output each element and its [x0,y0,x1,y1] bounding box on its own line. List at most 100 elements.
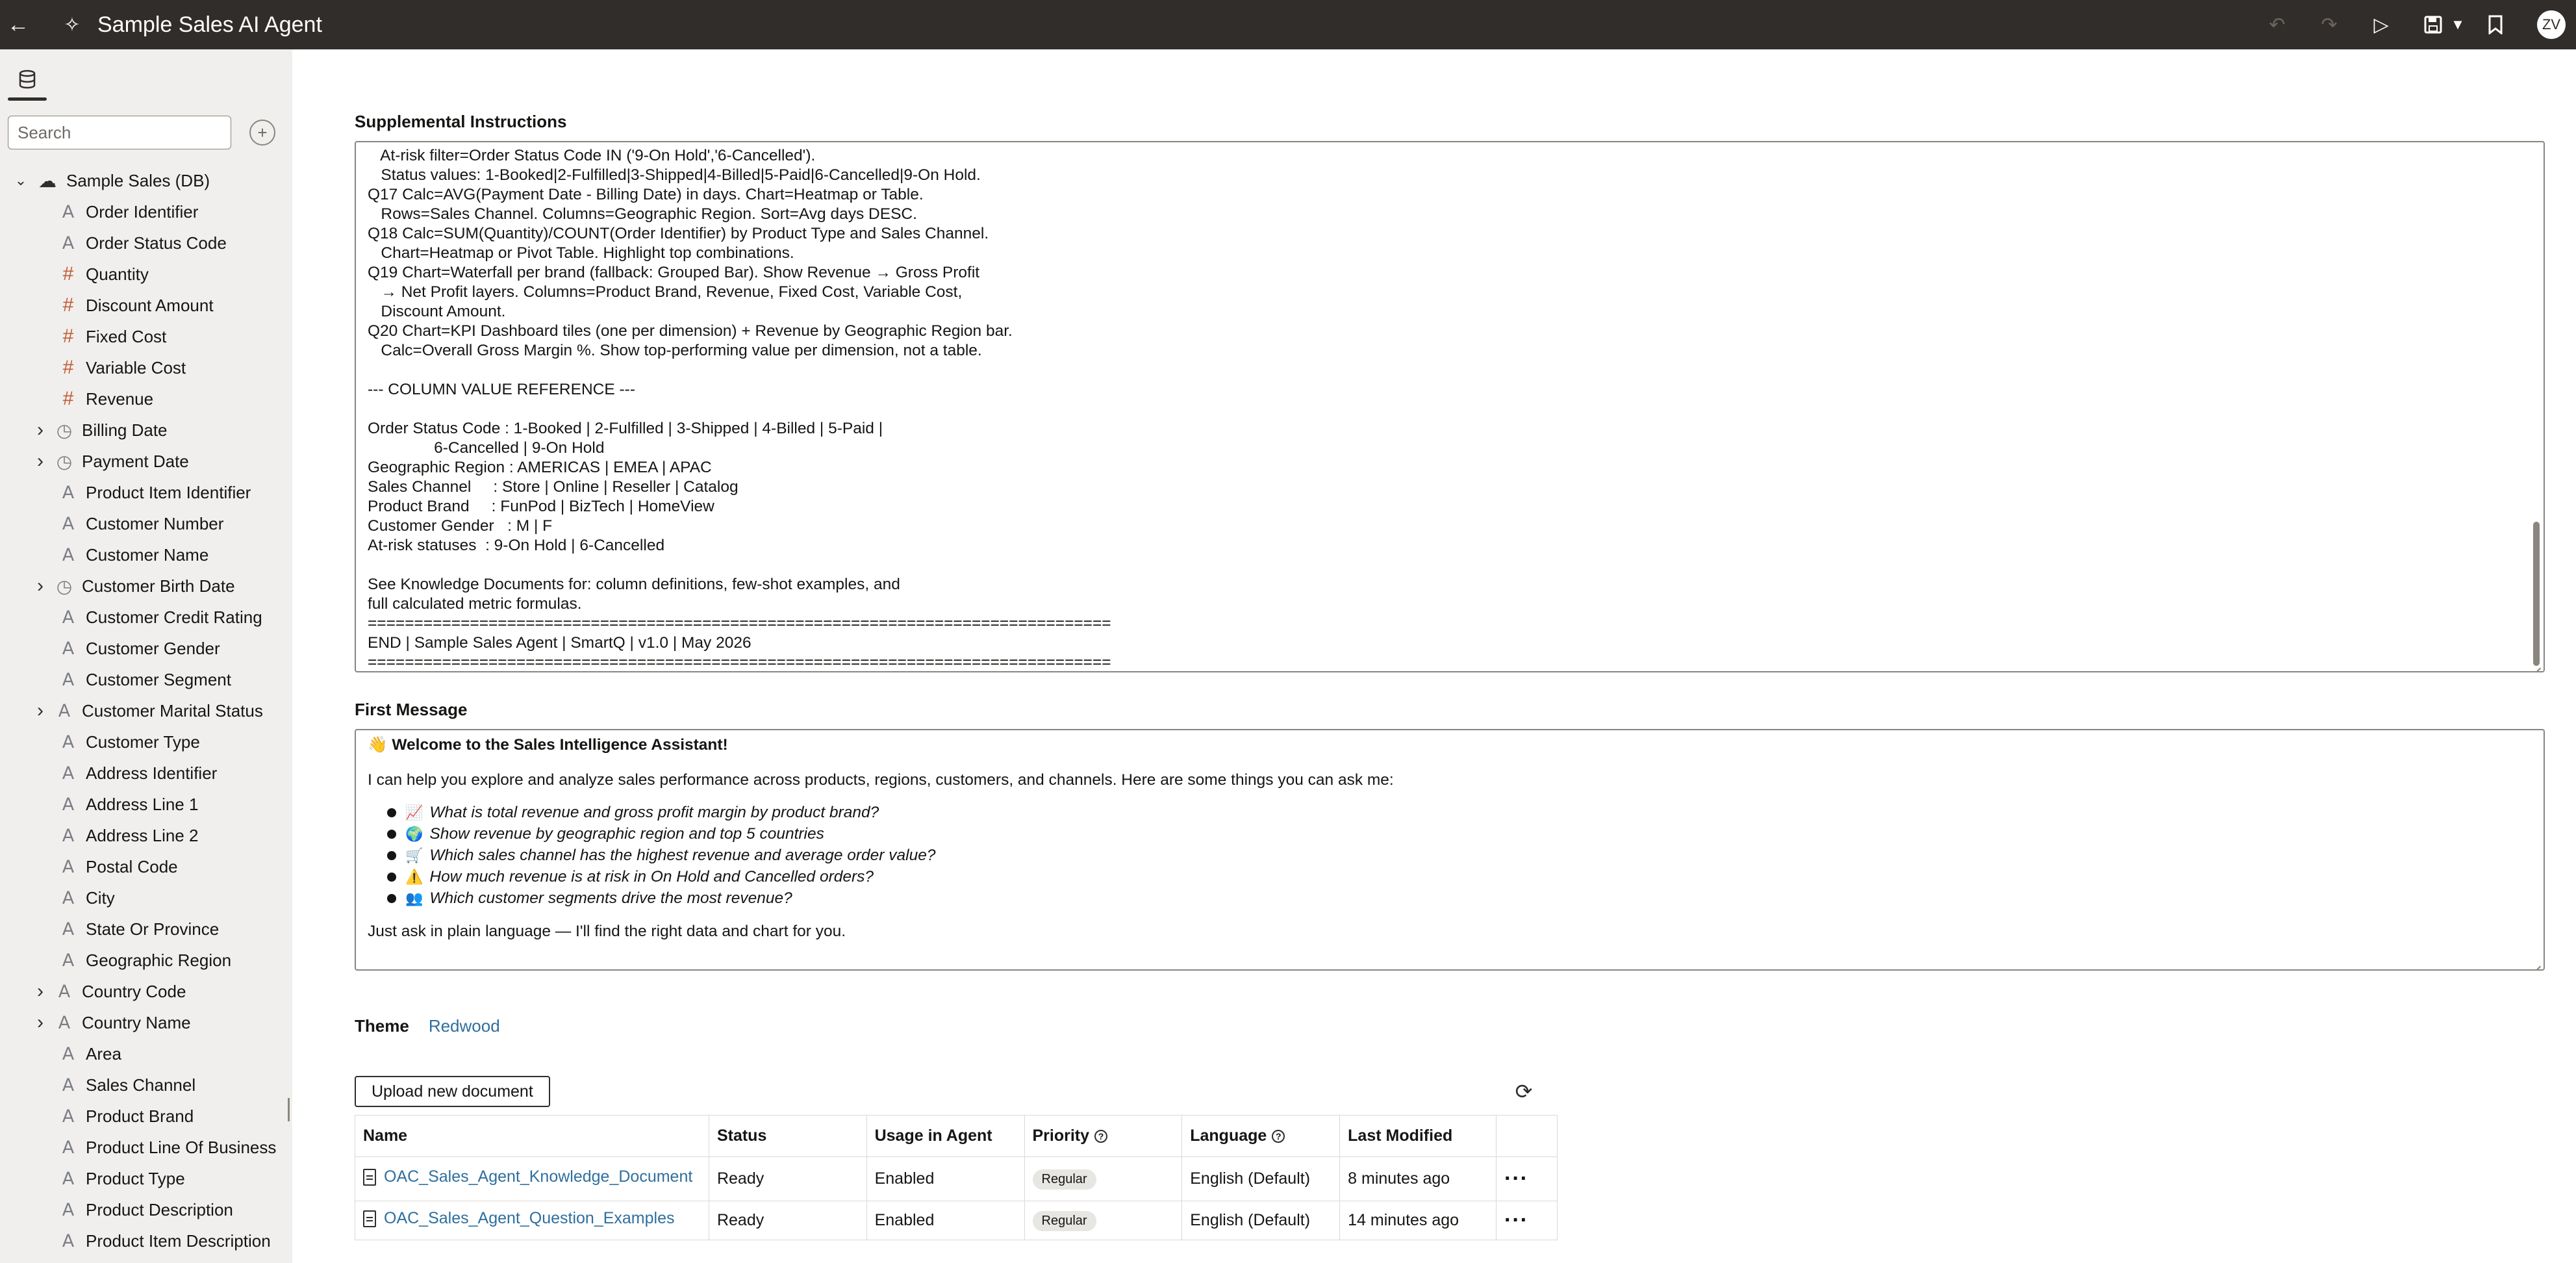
sidebar-item-sales-channel[interactable]: A Sales Channel [0,1069,292,1101]
column-header-language-label: Language [1190,1127,1267,1145]
sidebar-item-customer-gender[interactable]: A Customer Gender [0,633,292,664]
sidebar-item-customer-name[interactable]: A Customer Name [0,539,292,570]
column-header-usage[interactable]: Usage in Agent [866,1115,1025,1157]
back-arrow-icon[interactable]: ← [0,0,36,49]
text-attribute-icon: A [58,1012,71,1033]
column-header-name[interactable]: Name [355,1115,709,1157]
textarea-resize-handle[interactable] [2532,659,2542,670]
sidebar-item-address-identifier[interactable]: A Address Identifier [0,758,292,789]
sidebar-item-product-line-of-business[interactable]: A Product Line Of Business [0,1132,292,1163]
instruction-line: → Net Profit layers. Columns=Product Bra… [368,283,963,301]
document-link[interactable]: OAC_Sales_Agent_Knowledge_Document [363,1167,692,1186]
sidebar-item-product-description[interactable]: A Product Description [0,1194,292,1225]
first-message-content: 👋 Welcome to the Sales Intelligence Assi… [368,734,1394,941]
data-panel: + ⌄ ☁ Sample Sales (DB) A Order Identifie… [0,49,292,1263]
avatar[interactable]: ZV [2537,10,2566,39]
help-icon[interactable]: ? [1272,1130,1285,1143]
priority-cell: Regular [1024,1201,1183,1240]
sidebar-item-label: Customer Type [86,732,200,752]
chevron-right-icon[interactable]: › [29,1012,52,1034]
column-header-last-modified[interactable]: Last Modified [1339,1115,1497,1157]
question-emoji-icon: 👥 [405,889,423,906]
sidebar-item-billing-date[interactable]: › ◷ Billing Date [0,415,292,446]
sidebar-item-customer-birth-date[interactable]: › ◷ Customer Birth Date [0,570,292,602]
chevron-right-icon[interactable]: › [29,980,52,1002]
add-data-icon[interactable]: + [249,120,275,146]
sidebar-item-area[interactable]: A Area [0,1038,292,1069]
sidebar-item-variable-cost[interactable]: # Variable Cost [0,352,292,383]
text-attribute-icon: A [62,950,75,971]
sidebar-item-customer-type[interactable]: A Customer Type [0,726,292,758]
row-actions-more-icon[interactable]: ··· [1496,1156,1558,1201]
document-icon [363,1168,376,1186]
sidebar-resize-handle[interactable] [288,1098,290,1121]
sidebar-item-city[interactable]: A City [0,882,292,913]
sidebar-item-country-name[interactable]: › A Country Name [0,1007,292,1038]
chevron-right-icon[interactable]: › [29,575,52,597]
sidebar-item-customer-credit-rating[interactable]: A Customer Credit Rating [0,602,292,633]
sidebar-item-customer-number[interactable]: A Customer Number [0,508,292,539]
bullet-icon [387,872,396,882]
document-link[interactable]: OAC_Sales_Agent_Question_Examples [363,1209,675,1228]
refresh-icon[interactable]: ⟳ [1511,1078,1537,1104]
sidebar-item-product-type[interactable]: A Product Type [0,1163,292,1194]
column-header-language[interactable]: Language? [1181,1115,1341,1157]
bookmark-icon[interactable] [2469,0,2521,49]
supplemental-instructions-textarea[interactable]: At-risk filter=Order Status Code IN ('9-… [355,141,2545,672]
sidebar-item-customer-segment[interactable]: A Customer Segment [0,664,292,695]
sidebar-item-quantity[interactable]: # Quantity [0,259,292,290]
redo-icon[interactable]: ↷ [2303,0,2355,49]
sidebar-item-fixed-cost[interactable]: # Fixed Cost [0,321,292,352]
sidebar-item-address-line-2[interactable]: A Address Line 2 [0,820,292,851]
sidebar-item-product-item-description[interactable]: A Product Item Description [0,1225,292,1257]
chevron-right-icon[interactable]: › [29,700,52,722]
question-text: Which customer segments drive the most r… [429,889,792,907]
sidebar-item-label: Discount Amount [86,295,214,315]
question-text: Show revenue by geographic region and to… [429,824,824,843]
list-item: 📈 What is total revenue and gross profit … [387,802,1394,823]
sidebar-item-state-or-province[interactable]: A State Or Province [0,913,292,945]
clock-date-icon: ◷ [56,576,73,596]
sidebar-item-order-status-code[interactable]: A Order Status Code [0,227,292,259]
sidebar-item-label: Product Type [86,1168,185,1188]
search-input[interactable] [8,116,231,149]
sidebar-item-revenue[interactable]: # Revenue [0,383,292,415]
sidebar-item-label: Address Line 1 [86,794,199,814]
supplemental-instructions-text: At-risk filter=Order Status Code IN ('9-… [368,146,2518,671]
chevron-right-icon[interactable]: › [29,419,52,441]
row-actions-more-icon[interactable]: ··· [1496,1201,1558,1240]
table-row: OAC_Sales_Agent_Question_Examples Ready … [355,1201,1558,1240]
clock-date-icon: ◷ [56,451,73,472]
sidebar-item-country-code[interactable]: › A Country Code [0,976,292,1007]
run-icon[interactable]: ▷ [2355,0,2407,49]
list-item: ⚠️ How much revenue is at risk in On Hold… [387,866,1394,887]
save-options-chevron-down-icon[interactable]: ▼ [2446,0,2469,49]
sidebar-item-address-line-1[interactable]: A Address Line 1 [0,789,292,820]
theme-link[interactable]: Redwood [429,1016,500,1036]
sidebar-item-postal-code[interactable]: A Postal Code [0,851,292,882]
column-header-priority[interactable]: Priority? [1024,1115,1183,1157]
sidebar-item-customer-marital-status[interactable]: › A Customer Marital Status [0,695,292,726]
number-measure-icon: # [62,325,74,347]
chevron-down-icon[interactable]: ⌄ [9,172,32,189]
sidebar-item-geographic-region[interactable]: A Geographic Region [0,945,292,976]
instruction-line: Discount Amount. [368,303,506,320]
textarea-resize-handle[interactable] [2532,958,2542,968]
sidebar-item-product-item-identifier[interactable]: A Product Item Identifier [0,477,292,508]
undo-icon[interactable]: ↶ [2251,0,2303,49]
number-measure-icon: # [62,357,74,378]
text-attribute-icon: A [62,607,75,628]
sidebar-item-payment-date[interactable]: › ◷ Payment Date [0,446,292,477]
help-icon[interactable]: ? [1094,1130,1108,1143]
number-measure-icon: # [62,263,74,285]
tree-root-sample-sales[interactable]: ⌄ ☁ Sample Sales (DB) [0,165,292,196]
upload-document-button[interactable]: Upload new document [355,1076,550,1107]
scrollbar-thumb[interactable] [2533,522,2540,666]
sidebar-item-product-brand[interactable]: A Product Brand [0,1101,292,1132]
column-header-status[interactable]: Status [708,1115,867,1157]
sidebar-item-order-identifier[interactable]: A Order Identifier [0,196,292,227]
chevron-right-icon[interactable]: › [29,450,52,472]
sidebar-item-discount-amount[interactable]: # Discount Amount [0,290,292,321]
database-icon[interactable] [10,60,44,99]
first-message-editor[interactable]: 👋 Welcome to the Sales Intelligence Assi… [355,729,2545,971]
